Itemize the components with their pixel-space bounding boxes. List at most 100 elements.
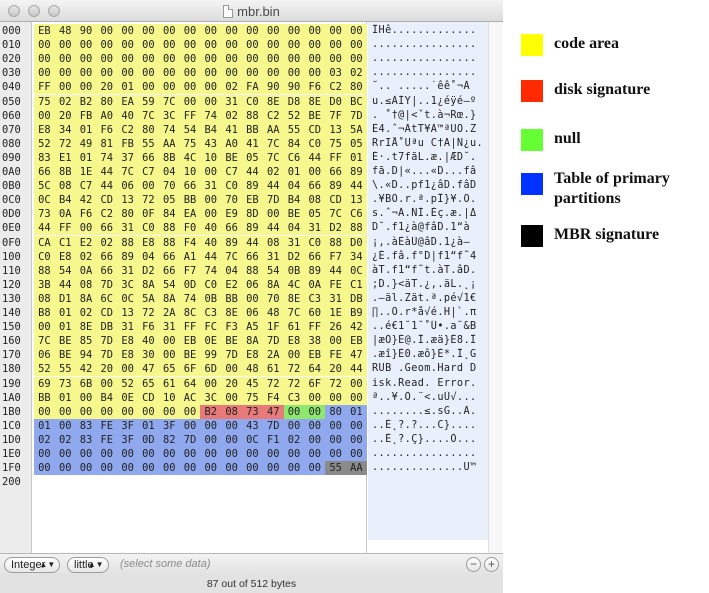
hex-byte[interactable]: 74 — [200, 108, 222, 123]
hex-byte[interactable]: 00 — [75, 390, 97, 405]
hex-byte[interactable]: FE — [325, 277, 346, 292]
hex-byte[interactable]: B2 — [200, 404, 222, 419]
ascii-text[interactable]: .–äl.Zät.ª.pé√1€ — [372, 292, 488, 306]
hex-byte[interactable]: 5A — [346, 122, 367, 137]
hex-byte[interactable]: 00 — [346, 52, 367, 67]
hex-byte[interactable]: A0 — [221, 136, 242, 151]
hex-byte[interactable]: 40 — [117, 108, 138, 123]
hex-byte[interactable]: 00 — [96, 66, 118, 81]
ascii-text[interactable]: ..é€1˘1˘˚Û•.a˘&B — [372, 320, 488, 334]
hex-byte[interactable]: C3 — [304, 291, 326, 306]
hex-byte[interactable]: 1F — [262, 320, 284, 335]
hex-byte[interactable]: 00 — [96, 461, 118, 476]
hex-byte[interactable]: 00 — [304, 66, 326, 81]
hex-byte[interactable]: C2 — [325, 80, 346, 95]
hex-byte[interactable]: B9 — [346, 306, 367, 320]
hex-byte[interactable]: CD — [138, 390, 159, 405]
hex-byte[interactable]: 00 — [75, 447, 97, 461]
hex-byte[interactable]: 6D — [200, 362, 222, 377]
hex-byte[interactable]: 1E — [325, 306, 346, 320]
hex-byte[interactable]: 72 — [283, 376, 305, 391]
hex-byte[interactable]: 01 — [75, 122, 97, 137]
hex-byte[interactable]: 20 — [54, 108, 76, 123]
hex-byte[interactable]: 31 — [117, 320, 138, 335]
hex-byte[interactable]: 75 — [325, 136, 346, 151]
hex-byte[interactable]: 00 — [158, 348, 180, 363]
hex-byte[interactable]: 8A — [158, 291, 180, 306]
hex-byte[interactable]: 00 — [138, 179, 159, 194]
hex-byte[interactable]: 00 — [304, 390, 326, 405]
hex-byte[interactable]: 00 — [325, 24, 346, 38]
hex-byte[interactable]: 10 — [179, 165, 201, 179]
hex-byte[interactable]: 10 — [200, 150, 222, 165]
hex-byte[interactable]: 00 — [262, 52, 284, 67]
hex-byte[interactable]: 00 — [158, 461, 180, 476]
hex-byte[interactable]: 00 — [34, 108, 55, 123]
hex-byte[interactable]: 00 — [117, 362, 138, 377]
ascii-text[interactable]: isk.Read. Error. — [372, 377, 488, 391]
hex-byte[interactable]: 70 — [221, 193, 242, 208]
hex-byte[interactable]: 00 — [262, 24, 284, 38]
hex-byte[interactable]: 94 — [75, 348, 97, 363]
hex-byte[interactable]: 00 — [54, 404, 76, 419]
hex-byte[interactable]: 00 — [325, 52, 346, 67]
hex-byte[interactable]: 89 — [325, 179, 346, 194]
hex-byte[interactable]: 64 — [304, 362, 326, 377]
ascii-text[interactable]: ;D.}<äT.¿,.äL.˛¡ — [372, 278, 488, 292]
hex-byte[interactable]: 41 — [242, 136, 263, 151]
hex-byte[interactable]: 44 — [262, 221, 284, 236]
hex-byte[interactable]: 37 — [117, 150, 138, 165]
hex-byte[interactable]: 31 — [117, 263, 138, 278]
hex-byte[interactable]: 00 — [158, 52, 180, 67]
hex-byte[interactable]: E8 — [138, 235, 159, 250]
hex-byte[interactable]: 43 — [200, 136, 222, 151]
hex-byte[interactable]: C7 — [221, 165, 242, 179]
hex-byte[interactable]: 52 — [283, 108, 305, 123]
ascii-text[interactable]: ÎHê............. — [372, 24, 488, 38]
hex-byte[interactable]: 05 — [242, 150, 263, 165]
hex-byte[interactable]: 00 — [200, 94, 222, 109]
hex-byte[interactable]: 00 — [34, 320, 55, 335]
hex-byte[interactable]: 89 — [117, 249, 138, 264]
hex-byte[interactable]: E8 — [117, 334, 138, 349]
hex-byte[interactable]: 72 — [262, 376, 284, 391]
hex-byte[interactable]: 66 — [158, 249, 180, 264]
hex-byte[interactable]: B4 — [283, 193, 305, 208]
hex-byte[interactable]: 34 — [346, 249, 367, 264]
hex-byte[interactable]: 00 — [200, 66, 222, 81]
hex-byte[interactable]: 80 — [346, 80, 367, 95]
hex-byte[interactable]: 54 — [158, 277, 180, 292]
hex-byte[interactable]: 7C — [117, 165, 138, 179]
ascii-text[interactable]: RUB .Geom.Hard D — [372, 362, 488, 376]
hex-byte[interactable]: 00 — [325, 390, 346, 405]
hex-byte[interactable]: 00 — [54, 418, 76, 433]
hex-byte[interactable]: 04 — [283, 179, 305, 194]
ascii-text[interactable]: .¥BÕ.r.ª.pÎ}¥.Õ. — [372, 193, 488, 207]
hex-byte[interactable]: CD — [96, 306, 118, 320]
ascii-text[interactable]: fã.D|«...«D...fâ — [372, 165, 488, 179]
hex-byte[interactable]: 52 — [117, 376, 138, 391]
hex-byte[interactable]: A1 — [179, 249, 201, 264]
hex-byte[interactable]: 00 — [179, 461, 201, 476]
hex-byte[interactable]: 80 — [96, 94, 118, 109]
hex-byte[interactable]: 00 — [304, 38, 326, 53]
hex-byte[interactable]: 8A — [262, 277, 284, 292]
hex-byte[interactable]: 74 — [200, 263, 222, 278]
hex-byte[interactable]: 44 — [242, 165, 263, 179]
hex-byte[interactable]: C2 — [96, 207, 118, 222]
hex-byte[interactable]: 00 — [117, 24, 138, 38]
hex-byte[interactable]: 00 — [54, 38, 76, 53]
hex-byte[interactable]: 00 — [346, 38, 367, 53]
hex-byte[interactable]: 65 — [158, 362, 180, 377]
hex-byte[interactable]: E2 — [221, 277, 242, 292]
hex-byte[interactable]: CD — [96, 193, 118, 208]
hex-byte[interactable]: C6 — [283, 150, 305, 165]
hex-byte[interactable]: 42 — [75, 362, 97, 377]
hex-byte[interactable]: 66 — [96, 249, 118, 264]
hex-byte[interactable]: BE — [54, 334, 76, 349]
hex-byte[interactable]: 00 — [200, 447, 222, 461]
hex-byte[interactable]: DB — [96, 320, 118, 335]
hex-byte[interactable]: 7C — [221, 249, 242, 264]
hex-byte[interactable]: 06 — [242, 306, 263, 320]
hex-byte[interactable]: 01 — [75, 150, 97, 165]
